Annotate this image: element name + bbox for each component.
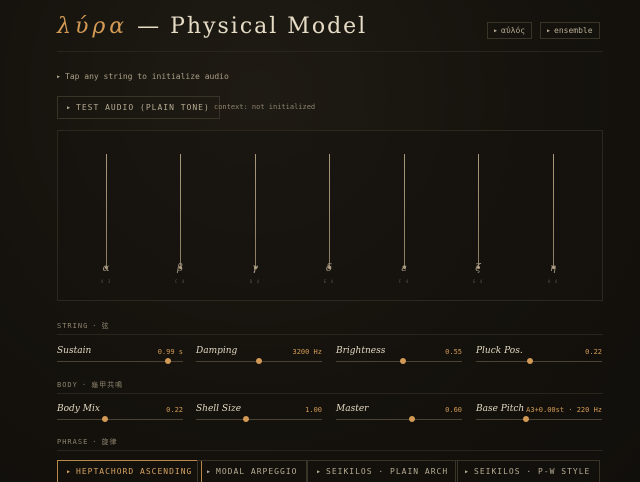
section-phrase-heading: PHRASE · 旋律 [57, 437, 603, 451]
page-title: λύρα — Physical Model [57, 14, 367, 39]
string-note: D 4 [249, 279, 261, 284]
control-value: 1.00 [305, 406, 322, 414]
section-label: PHRASE [57, 438, 89, 446]
phrase-label: SEIKILOS · PLAIN ARCH [326, 467, 449, 476]
string-zeta[interactable] [477, 154, 480, 269]
string-name: δ [325, 263, 333, 274]
play-triangle-icon: ▶ [57, 74, 61, 80]
base-pitch-control[interactable]: Base Pitch A3+0.00st · 220 Hz [476, 404, 602, 426]
play-triangle-icon: ▶ [465, 469, 470, 475]
control-label: Shell Size [196, 404, 242, 414]
section-sub: 龜甲共鳴 [91, 381, 124, 389]
control-label: Brightness [336, 346, 386, 356]
control-label: Sustain [57, 346, 92, 356]
section-sub: 弦 [101, 322, 110, 330]
slider-track[interactable] [476, 419, 602, 420]
string-name: ε [401, 263, 407, 274]
control-label: Body Mix [57, 404, 100, 414]
phrase-seikilos-plain-button[interactable]: ▶ SEIKILOS · PLAIN ARCH [307, 460, 459, 482]
play-triangle-icon: ▶ [547, 28, 551, 34]
control-value: 3200 Hz [292, 348, 322, 356]
section-string-heading: STRING · 弦 [57, 321, 603, 335]
slider-knob[interactable] [256, 358, 262, 364]
slider-track[interactable] [336, 361, 462, 362]
section-label: BODY [57, 381, 78, 389]
nav-aulos-button[interactable]: ▶ αὐλός [487, 22, 533, 39]
body-mix-control[interactable]: Body Mix 0.22 [57, 404, 183, 426]
string-note: G 4 [472, 279, 484, 284]
string-name: η [550, 263, 556, 274]
hint-text: Tap any string to initialize audio [65, 72, 229, 81]
brightness-control[interactable]: Brightness 0.55 [336, 346, 462, 368]
slider-knob[interactable] [164, 358, 171, 364]
control-label: Base Pitch [476, 404, 525, 414]
control-value: 0.60 [445, 406, 462, 414]
control-value: A3+0.00st · 220 Hz [526, 406, 602, 414]
control-value: 0.55 [445, 348, 462, 356]
section-sub: 旋律 [101, 438, 118, 446]
phrase-modal-arpeggio-button[interactable]: ▶ MODAL ARPEGGIO [197, 460, 308, 482]
slider-track[interactable] [196, 419, 322, 420]
string-note: C 4 [174, 279, 186, 284]
phrase-label: SEIKILOS · P-W STYLE [474, 467, 591, 476]
nav-ensemble-label: ensemble [554, 26, 593, 35]
test-audio-button[interactable]: ▶ TEST AUDIO (PLAIN TONE) [57, 96, 220, 119]
phrase-label: HEPTACHORD ASCENDING [76, 467, 193, 476]
slider-knob[interactable] [243, 416, 250, 422]
string-delta[interactable] [328, 154, 331, 269]
nav-ensemble-button[interactable]: ▶ ensemble [540, 22, 600, 39]
section-body-heading: BODY · 龜甲共鳴 [57, 380, 603, 394]
control-label: Damping [196, 346, 238, 356]
slider-knob[interactable] [408, 416, 415, 422]
section-label: STRING [57, 322, 89, 330]
control-label: Pluck Pos. [476, 346, 523, 356]
string-epsilon[interactable] [403, 154, 406, 269]
shell-size-control[interactable]: Shell Size 1.00 [196, 404, 322, 426]
string-note: A 3 [100, 279, 112, 284]
phrase-heptachord-button[interactable]: ▶ HEPTACHORD ASCENDING [57, 460, 203, 482]
string-eta[interactable] [552, 154, 555, 269]
play-triangle-icon: ▶ [67, 105, 72, 111]
context-status: context: not initialized [214, 103, 316, 111]
phrase-seikilos-pw-button[interactable]: ▶ SEIKILOS · P-W STYLE [455, 460, 601, 482]
string-name: ζ [475, 263, 481, 274]
phrase-label: MODAL ARPEGGIO [216, 467, 298, 476]
control-label: Master [336, 404, 369, 414]
control-value: 0.22 [166, 406, 183, 414]
string-panel: α β γ δ ε ζ η A 3 C 4 D 4 E 4 F 4 G 4 A … [57, 130, 603, 301]
pluck-position-control[interactable]: Pluck Pos. 0.22 [476, 346, 602, 368]
string-name: α [102, 263, 110, 274]
string-note: F 4 [398, 279, 410, 284]
string-gamma[interactable] [254, 154, 257, 269]
string-name: β [177, 263, 183, 274]
control-value: 0.99 s [157, 348, 183, 356]
title-rest: — Physical Model [137, 14, 368, 39]
slider-track[interactable] [476, 361, 602, 362]
string-note: E 4 [323, 279, 335, 284]
nav-aulos-label: αὐλός [501, 26, 526, 35]
string-beta[interactable] [179, 154, 182, 269]
string-note: A 4 [547, 279, 559, 284]
master-control[interactable]: Master 0.60 [336, 404, 462, 426]
damping-control[interactable]: Damping 3200 Hz [196, 346, 322, 368]
slider-knob[interactable] [101, 416, 108, 422]
play-triangle-icon: ▶ [67, 469, 72, 475]
sustain-control[interactable]: Sustain 0.99 s [57, 346, 183, 368]
init-hint: ▶ Tap any string to initialize audio [57, 72, 229, 81]
slider-knob[interactable] [527, 358, 534, 364]
test-audio-label: TEST AUDIO (PLAIN TONE) [76, 103, 210, 112]
play-triangle-icon: ▶ [317, 469, 322, 475]
string-name: γ [252, 263, 258, 274]
slider-knob[interactable] [399, 358, 406, 364]
play-triangle-icon: ▶ [207, 469, 212, 475]
string-alpha[interactable] [105, 154, 108, 269]
header: λύρα — Physical Model ▶ αὐλός ▶ ensemble [57, 8, 603, 52]
slider-track[interactable] [57, 419, 183, 420]
control-value: 0.22 [585, 348, 602, 356]
play-triangle-icon: ▶ [494, 28, 498, 34]
slider-knob[interactable] [523, 416, 530, 422]
title-greek: λύρα [57, 14, 129, 39]
slider-track[interactable] [336, 419, 462, 420]
